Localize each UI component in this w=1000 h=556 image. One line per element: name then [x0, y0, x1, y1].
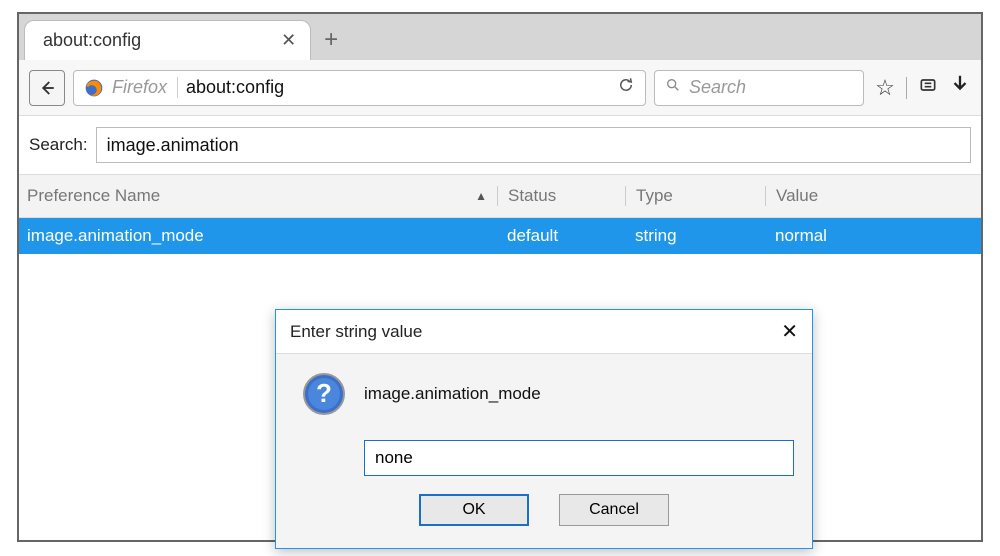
ok-button[interactable]: OK — [419, 494, 529, 526]
sort-asc-icon: ▲ — [475, 189, 487, 203]
dialog-titlebar: Enter string value ✕ — [276, 310, 812, 354]
edit-dialog: Enter string value ✕ ? image.animation_m… — [275, 309, 813, 549]
back-arrow-icon — [38, 79, 56, 97]
col-status[interactable]: Status — [497, 186, 625, 206]
close-tab-icon[interactable]: ✕ — [281, 30, 296, 51]
pref-value-cell: normal — [765, 226, 973, 246]
dialog-close-icon[interactable]: ✕ — [781, 319, 798, 344]
col-pref[interactable]: Preference Name ▲ — [27, 186, 497, 206]
downloads-icon[interactable] — [949, 73, 971, 102]
search-icon — [665, 77, 681, 98]
new-tab-button[interactable]: + — [311, 20, 351, 60]
config-search-row: Search: — [19, 116, 981, 174]
col-type[interactable]: Type — [625, 186, 765, 206]
tab-strip: about:config ✕ + — [19, 14, 981, 60]
search-toolbar[interactable]: Search — [654, 70, 864, 106]
config-search-label: Search: — [29, 135, 88, 155]
dialog-pref-name: image.animation_mode — [364, 384, 541, 404]
col-value[interactable]: Value — [765, 186, 973, 206]
column-headers: Preference Name ▲ Status Type Value — [19, 174, 981, 218]
toolbar-separator — [906, 77, 907, 99]
url-bar[interactable]: Firefox about:config — [73, 70, 646, 106]
url-brand: Firefox — [112, 77, 178, 98]
question-icon: ? — [302, 372, 346, 416]
back-button[interactable] — [29, 70, 65, 106]
library-icon[interactable] — [915, 75, 941, 101]
nav-toolbar: Firefox about:config Search ☆ — [19, 60, 981, 116]
tab-title: about:config — [43, 30, 141, 51]
browser-tab[interactable]: about:config ✕ — [24, 20, 311, 60]
pref-row[interactable]: image.animation_mode default string norm… — [19, 218, 981, 254]
dialog-value-input[interactable] — [364, 440, 794, 476]
bookmark-star-icon[interactable]: ☆ — [872, 75, 898, 101]
pref-status-cell: default — [497, 226, 625, 246]
cancel-button[interactable]: Cancel — [559, 494, 669, 526]
svg-text:?: ? — [316, 378, 332, 408]
dialog-title-text: Enter string value — [290, 322, 422, 342]
config-search-input[interactable] — [96, 127, 971, 163]
reload-icon[interactable] — [617, 76, 635, 99]
pref-name-cell: image.animation_mode — [27, 226, 497, 246]
firefox-icon — [84, 78, 104, 98]
pref-type-cell: string — [625, 226, 765, 246]
url-text: about:config — [186, 77, 609, 98]
search-placeholder: Search — [689, 77, 746, 98]
